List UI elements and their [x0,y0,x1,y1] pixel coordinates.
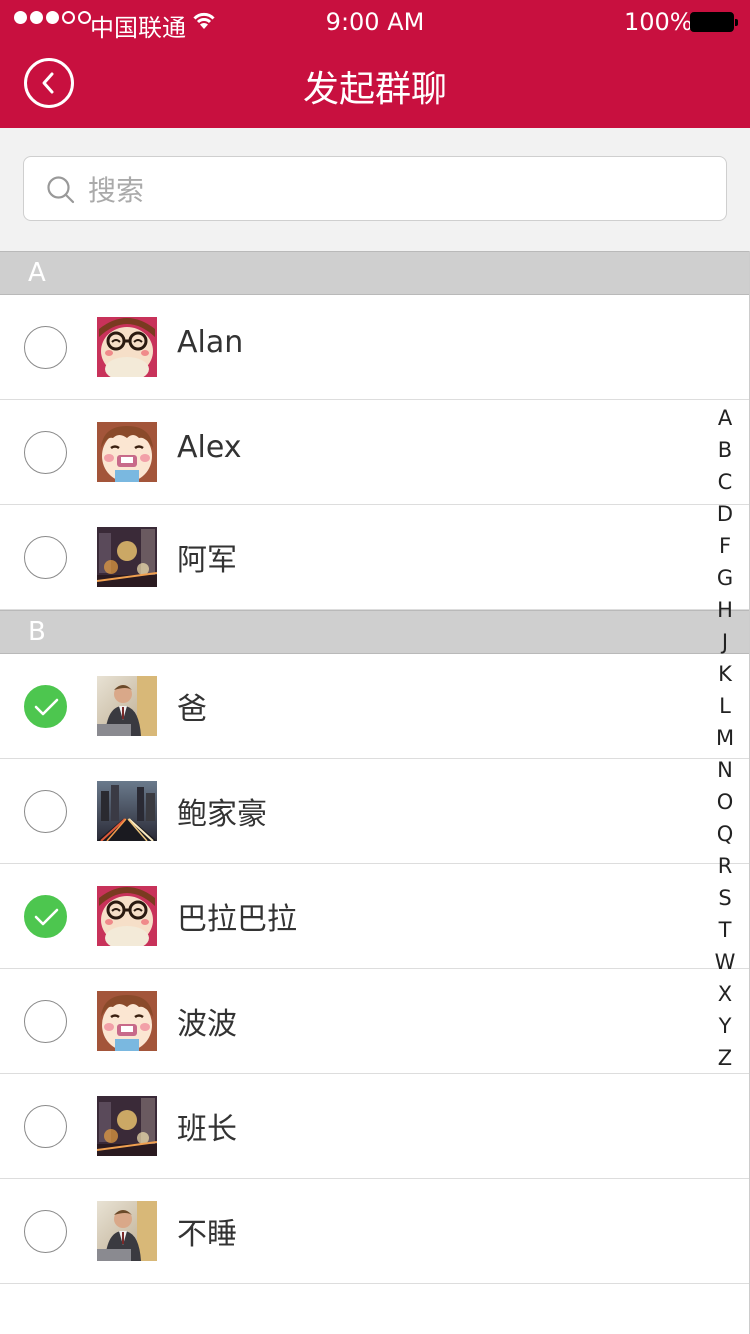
index-letter-z[interactable]: Z [712,1042,738,1074]
avatar [97,676,157,736]
section-header-a: A [0,251,749,295]
contact-list[interactable]: A Alan Alex 阿军 B 爸鲍家豪巴拉巴拉波波班长不睡 [0,251,750,1334]
avatar [97,886,157,946]
contact-row[interactable]: 波波 [0,969,749,1074]
avatar [97,991,157,1051]
avatar [97,781,157,841]
unchecked-checkbox[interactable] [24,1210,67,1253]
unchecked-checkbox[interactable] [24,431,67,474]
status-bar: 中国联通 9:00 AM 100% [0,0,750,44]
index-letter-b[interactable]: B [712,434,738,466]
index-letter-j[interactable]: J [712,626,738,658]
contact-name: Alan [177,325,244,360]
index-letter-l[interactable]: L [712,690,738,722]
contact-name: 鲍家豪 [177,797,267,832]
alphabet-index[interactable]: ABCDFGHJKLMNOQRSTWXYZ [712,402,738,1074]
contact-row[interactable]: 爸 [0,654,749,759]
unchecked-checkbox[interactable] [24,1105,67,1148]
index-letter-c[interactable]: C [712,466,738,498]
contact-row[interactable]: Alex [0,400,749,505]
avatar [97,527,157,587]
contact-row[interactable]: 巴拉巴拉 [0,864,749,969]
index-letter-r[interactable]: R [712,850,738,882]
checkmark-icon [34,908,59,926]
index-letter-k[interactable]: K [712,658,738,690]
search-icon [47,176,75,204]
index-letter-h[interactable]: H [712,594,738,626]
contact-name: 波波 [177,1007,237,1042]
index-letter-o[interactable]: O [712,786,738,818]
avatar [97,1096,157,1156]
unchecked-checkbox[interactable] [24,326,67,369]
index-letter-f[interactable]: F [712,530,738,562]
avatar [97,1201,157,1261]
contact-row[interactable]: 鲍家豪 [0,759,749,864]
checked-checkbox[interactable] [24,895,67,938]
contact-name: 班长 [177,1112,237,1147]
contact-row[interactable]: Alan [0,295,749,400]
index-letter-s[interactable]: S [712,882,738,914]
battery-percent: 100% [624,8,693,36]
checkmark-icon [34,698,59,716]
page-title: 发起群聊 [302,69,447,110]
contact-name: 不睡 [177,1217,237,1252]
search-box[interactable] [23,156,727,221]
index-letter-m[interactable]: M [712,722,738,754]
avatar [97,422,157,482]
unchecked-checkbox[interactable] [24,536,67,579]
index-letter-q[interactable]: Q [712,818,738,850]
contact-name: 爸 [177,692,207,727]
unchecked-checkbox[interactable] [24,1000,67,1043]
battery-icon [690,12,738,32]
index-letter-g[interactable]: G [712,562,738,594]
section-header-b: B [0,610,749,654]
contact-name: 巴拉巴拉 [177,902,297,937]
avatar [97,317,157,377]
index-letter-n[interactable]: N [712,754,738,786]
contact-row[interactable]: 不睡 [0,1179,749,1284]
index-letter-x[interactable]: X [712,978,738,1010]
index-letter-a[interactable]: A [712,402,738,434]
unchecked-checkbox[interactable] [24,790,67,833]
index-letter-w[interactable]: W [712,946,738,978]
checked-checkbox[interactable] [24,685,67,728]
search-area [0,128,750,251]
index-letter-y[interactable]: Y [712,1010,738,1042]
contact-row[interactable]: 班长 [0,1074,749,1179]
contact-name: Alex [177,430,242,465]
index-letter-t[interactable]: T [712,914,738,946]
navigation-bar: 中国联通 9:00 AM 100% 发起群聊 [0,0,750,128]
search-input[interactable] [86,167,690,213]
contact-name: 阿军 [177,543,237,578]
index-letter-d[interactable]: D [712,498,738,530]
contact-row[interactable]: 阿军 [0,505,749,610]
